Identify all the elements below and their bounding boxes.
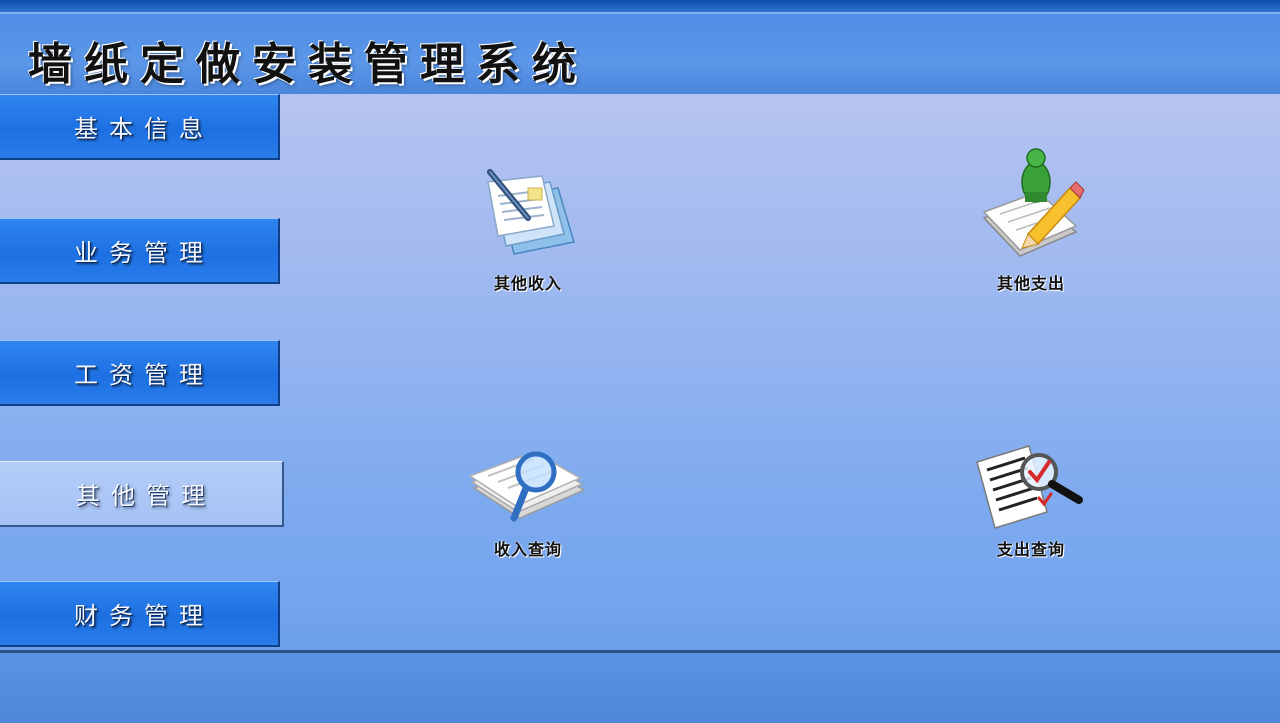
- papers-magnifier-icon: [468, 442, 588, 530]
- sidebar-item-other-management[interactable]: 其他管理: [0, 461, 284, 527]
- sidebar-item-basic-info[interactable]: 基本信息: [0, 94, 280, 160]
- other-expense-button[interactable]: 其他支出: [946, 148, 1116, 293]
- document-pen-icon: [478, 168, 578, 264]
- sidebar-item-label: 财务管理: [74, 602, 214, 630]
- sidebar-item-label: 工资管理: [74, 361, 214, 389]
- checklist-magnifier-icon: [975, 442, 1087, 530]
- sidebar-item-salary-management[interactable]: 工资管理: [0, 340, 280, 406]
- app-title: 墙纸定做安装管理系统: [28, 39, 588, 90]
- top-strip: [0, 0, 1280, 14]
- tile-label: 其他收入: [493, 274, 562, 293]
- tile-label: 支出查询: [996, 540, 1065, 559]
- tile-label: 收入查询: [493, 540, 562, 559]
- sidebar-item-label: 业务管理: [74, 239, 214, 267]
- bottom-bar: [0, 650, 1280, 723]
- sidebar-item-business-management[interactable]: 业务管理: [0, 218, 280, 284]
- sidebar-item-finance-management[interactable]: 财务管理: [0, 581, 280, 647]
- sidebar-item-label: 其他管理: [76, 482, 216, 510]
- tile-label: 其他支出: [996, 274, 1065, 293]
- income-query-button[interactable]: 收入查询: [443, 442, 613, 582]
- notebook-pencil-icon: [976, 148, 1086, 264]
- sidebar-item-label: 基本信息: [74, 115, 214, 143]
- other-income-button[interactable]: 其他收入: [443, 168, 613, 308]
- header-bar: 墙纸定做安装管理系统: [0, 14, 1280, 94]
- expense-query-button[interactable]: 支出查询: [946, 442, 1116, 582]
